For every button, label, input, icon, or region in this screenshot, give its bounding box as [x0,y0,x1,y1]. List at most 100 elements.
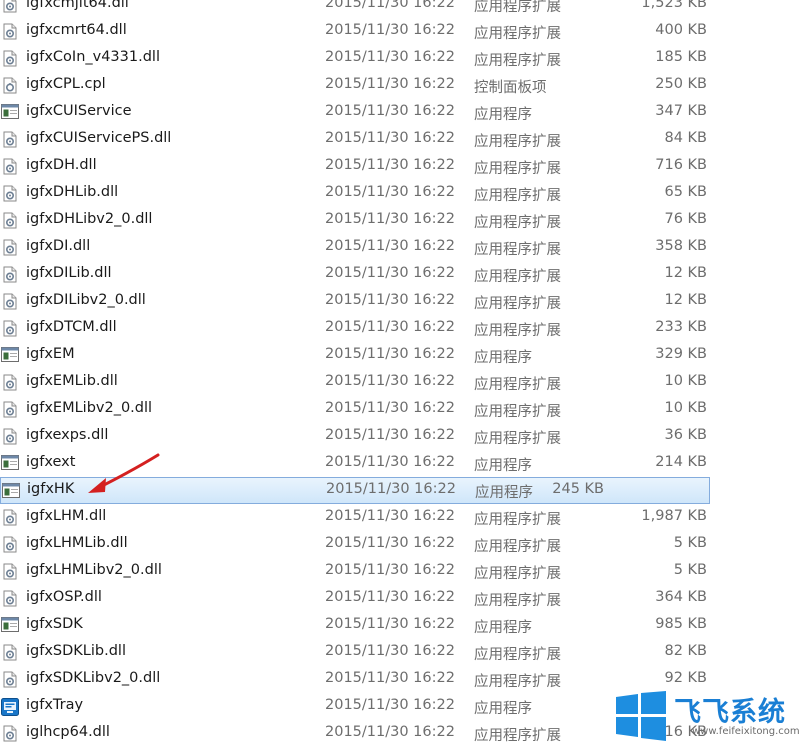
file-row[interactable]: igfxLHM.dll 2015/11/30 16:22 应用程序扩展 1,987 K… [0,504,812,531]
file-name: igfxOSP.dll [26,589,102,605]
file-size: 400 KB [655,22,707,38]
file-row[interactable]: igfxEM 2015/11/30 16:22 应用程序 329 KB [0,342,812,369]
file-row[interactable]: igfxLHMLib.dll 2015/11/30 16:22 应用程序扩展 5 KB [0,531,812,558]
file-row[interactable]: igfxcmjit64.dll 2015/11/30 16:22 应用程序扩展 1,5… [0,0,812,18]
file-modified-date: 2015/11/30 16:22 [325,265,455,281]
file-type: 应用程序扩展 [474,377,561,393]
dll-file-icon [1,536,18,553]
file-type: 应用程序扩展 [474,269,561,285]
file-modified-date: 2015/11/30 16:22 [325,535,455,551]
file-row[interactable]: igfxEMLibv2_0.dll 2015/11/30 16:22 应用程序扩展 1… [0,396,812,423]
file-size: 1,987 KB [641,508,707,524]
file-size: 5 KB [673,562,707,578]
file-name: igfxEM [26,346,75,362]
file-modified-date: 2015/11/30 16:22 [325,130,455,146]
dll-file-icon [1,401,18,418]
file-row[interactable]: igfxDH.dll 2015/11/30 16:22 应用程序扩展 716 KB [0,153,812,180]
file-size: 12 KB [664,292,707,308]
file-modified-date: 2015/11/30 16:22 [325,454,455,470]
file-size: 1,523 KB [641,0,707,11]
file-modified-date: 2015/11/30 16:22 [325,724,455,740]
file-type: 控制面板项 [474,80,547,96]
file-modified-date: 2015/11/30 16:22 [325,373,455,389]
dll-file-icon [1,131,18,148]
file-modified-date: 2015/11/30 16:22 [325,0,455,11]
dll-file-icon [1,563,18,580]
file-row[interactable]: igfxSDKLib.dll 2015/11/30 16:22 应用程序扩展 82 K… [0,639,812,666]
dll-file-icon [1,158,18,175]
file-row[interactable]: igfxCoIn_v4331.dll 2015/11/30 16:22 应用程序扩展… [0,45,812,72]
dll-file-icon [1,23,18,40]
file-modified-date: 2015/11/30 16:22 [325,211,455,227]
file-row[interactable]: igfxexps.dll 2015/11/30 16:22 应用程序扩展 36 KB [0,423,812,450]
file-name: igfxLHMLibv2_0.dll [26,562,162,578]
file-list: igfxcmjit64.dll 2015/11/30 16:22 应用程序扩展 1,5… [0,0,812,747]
exe-file-icon [2,483,20,499]
file-name: igfxcmrt64.dll [26,22,127,38]
file-row[interactable]: igfxDHLib.dll 2015/11/30 16:22 应用程序扩展 65 KB [0,180,812,207]
file-name: igfxLHMLib.dll [26,535,128,551]
file-row[interactable]: igfxLHMLibv2_0.dll 2015/11/30 16:22 应用程序扩展… [0,558,812,585]
file-type: 应用程序扩展 [474,161,561,177]
file-row[interactable]: igfxCPL.cpl 2015/11/30 16:22 控制面板项 250 KB [0,72,812,99]
file-type: 应用程序扩展 [474,53,561,69]
file-row[interactable]: igfxSDK 2015/11/30 16:22 应用程序 985 KB [0,612,812,639]
file-modified-date: 2015/11/30 16:22 [325,22,455,38]
file-modified-date: 2015/11/30 16:22 [325,616,455,632]
file-modified-date: 2015/11/30 16:22 [325,76,455,92]
file-type: 应用程序扩展 [474,188,561,204]
file-type: 应用程序扩展 [474,242,561,258]
file-modified-date: 2015/11/30 16:22 [325,346,455,362]
file-row[interactable]: igfxDTCM.dll 2015/11/30 16:22 应用程序扩展 233 KB [0,315,812,342]
file-row[interactable]: igfxDI.dll 2015/11/30 16:22 应用程序扩展 358 KB [0,234,812,261]
exe-file-icon [1,455,19,471]
file-name: igfxDI.dll [26,238,91,254]
file-name: igfxEMLib.dll [26,373,118,389]
file-name: igfxHK [27,481,75,497]
exe-file-icon [1,617,19,633]
file-name: igfxDILib.dll [26,265,112,281]
file-type: 应用程序扩展 [474,566,561,582]
file-name: igfxCUIServicePS.dll [26,130,172,146]
file-size: 245 KB [552,481,604,497]
file-row[interactable]: igfxCUIService 2015/11/30 16:22 应用程序 347 KB [0,99,812,126]
file-name: igfxDH.dll [26,157,97,173]
file-row[interactable]: igfxDILib.dll 2015/11/30 16:22 应用程序扩展 12 KB [0,261,812,288]
file-row[interactable]: igfxcmrt64.dll 2015/11/30 16:22 应用程序扩展 400 … [0,18,812,45]
file-row[interactable]: igfxCUIServicePS.dll 2015/11/30 16:22 应用程序… [0,126,812,153]
dll-file-icon [1,320,18,337]
exe-file-icon [1,347,19,363]
file-size: 250 KB [655,76,707,92]
file-modified-date: 2015/11/30 16:22 [325,562,455,578]
file-size: 76 KB [664,211,707,227]
file-row[interactable]: igfxOSP.dll 2015/11/30 16:22 应用程序扩展 364 KB [0,585,812,612]
file-row-selected[interactable]: igfxHK 2015/11/30 16:22 应用程序 245 KB [0,477,710,504]
file-row[interactable]: igfxDHLibv2_0.dll 2015/11/30 16:22 应用程序扩展 7… [0,207,812,234]
file-type: 应用程序扩展 [474,134,561,150]
file-size: 82 KB [664,643,707,659]
dll-file-icon [1,671,18,688]
file-type: 应用程序扩展 [474,215,561,231]
file-size: 358 KB [655,238,707,254]
file-name: igfxext [26,454,76,470]
file-name: igfxSDKLib.dll [26,643,126,659]
file-name: iglhcp64.dll [26,724,110,740]
file-name: igfxCUIService [26,103,132,119]
file-size: 329 KB [655,346,707,362]
cpl-file-icon [1,77,18,94]
file-row[interactable]: igfxDILibv2_0.dll 2015/11/30 16:22 应用程序扩展 1… [0,288,812,315]
file-modified-date: 2015/11/30 16:22 [325,49,455,65]
file-type: 应用程序 [474,107,532,123]
file-type: 应用程序扩展 [474,674,561,690]
file-modified-date: 2015/11/30 16:22 [325,589,455,605]
file-row[interactable]: igfxext 2015/11/30 16:22 应用程序 214 KB [0,450,812,477]
dll-file-icon [1,50,18,67]
file-row[interactable]: igfxEMLib.dll 2015/11/30 16:22 应用程序扩展 10 KB [0,369,812,396]
file-name: igfxCoIn_v4331.dll [26,49,160,65]
file-size: 233 KB [655,319,707,335]
file-modified-date: 2015/11/30 16:22 [325,508,455,524]
file-type: 应用程序扩展 [474,512,561,528]
file-type: 应用程序 [474,458,532,474]
dll-file-icon [1,644,18,661]
dll-file-icon [1,0,18,13]
